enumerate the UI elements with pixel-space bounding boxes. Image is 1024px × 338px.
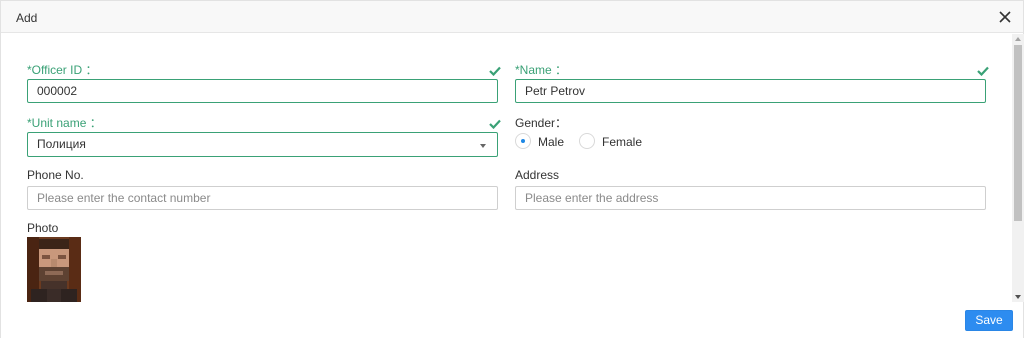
gender-male-label[interactable]: Male <box>538 135 564 149</box>
dialog-title: Add <box>16 11 38 25</box>
add-dialog: Add *Officer ID ： *Name ： *Unit name ： П… <box>0 0 1024 338</box>
dialog-footer: Save <box>1 302 1023 338</box>
address-label: Address <box>515 168 560 182</box>
gender-male-radio[interactable] <box>515 133 531 149</box>
vertical-scrollbar[interactable] <box>1012 34 1024 302</box>
photo-thumbnail[interactable] <box>27 237 81 302</box>
phone-label: Phone No. <box>27 168 84 182</box>
scroll-up-icon[interactable] <box>1015 37 1021 41</box>
scrollbar-thumb[interactable] <box>1014 45 1022 221</box>
radio-dot <box>521 139 525 143</box>
chevron-down-icon <box>480 144 486 148</box>
name-input[interactable] <box>515 79 986 103</box>
check-icon <box>489 66 501 76</box>
scroll-down-icon[interactable] <box>1015 295 1021 299</box>
address-input[interactable] <box>515 186 986 210</box>
unit-name-label: *Unit name ： <box>27 116 102 130</box>
check-icon <box>977 66 989 76</box>
check-icon <box>489 119 501 129</box>
gender-label: Gender： <box>515 116 568 130</box>
unit-name-value: Полиция <box>37 137 86 151</box>
phone-input[interactable] <box>27 186 498 210</box>
name-label: *Name ： <box>515 63 568 77</box>
officer-id-label: *Officer ID ： <box>27 63 98 77</box>
dialog-header: Add <box>1 1 1023 33</box>
officer-id-input[interactable] <box>27 79 498 103</box>
close-icon[interactable] <box>997 9 1013 25</box>
gender-female-radio[interactable] <box>579 133 595 149</box>
gender-female-label[interactable]: Female <box>602 135 642 149</box>
dialog-body: *Officer ID ： *Name ： *Unit name ： Полиц… <box>1 34 1011 302</box>
photo-label: Photo <box>27 221 59 235</box>
save-button[interactable]: Save <box>965 310 1013 331</box>
unit-name-select[interactable]: Полиция <box>27 132 498 157</box>
